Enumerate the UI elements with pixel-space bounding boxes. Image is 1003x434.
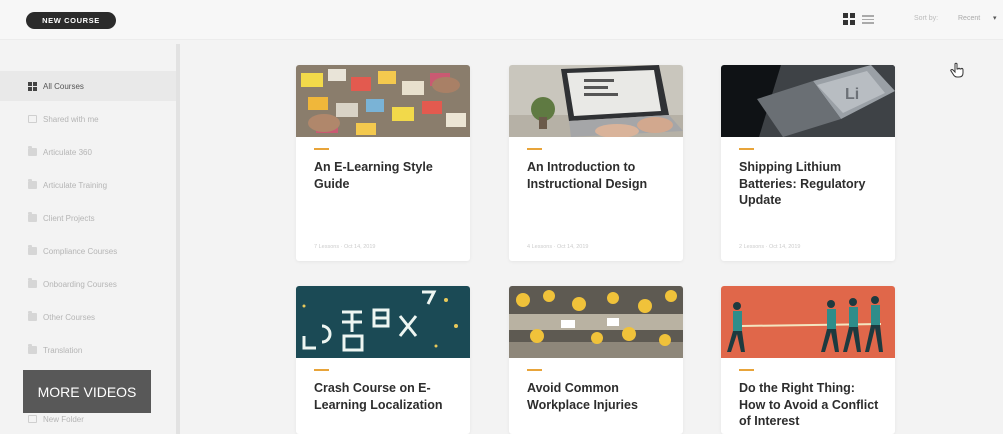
course-card[interactable]: Do the Right Thing: How to Avoid a Confl… xyxy=(721,286,895,434)
course-card[interactable]: Crash Course on E-Learning Localization xyxy=(296,286,470,434)
course-title: Do the Right Thing: How to Avoid a Confl… xyxy=(739,381,879,428)
sidebar-item-client-projects[interactable]: Client Projects xyxy=(0,203,176,233)
folder-icon xyxy=(28,212,37,222)
more-videos-button[interactable]: MORE VIDEOS xyxy=(23,370,151,413)
shared-icon xyxy=(28,115,37,123)
course-thumbnail xyxy=(509,286,683,358)
course-thumbnail xyxy=(296,286,470,358)
course-title: Shipping Lithium Batteries: Regulatory U… xyxy=(739,160,866,207)
sidebar-item-articulate-training[interactable]: Articulate Training xyxy=(0,170,176,200)
course-title: An Introduction to Instructional Design xyxy=(527,160,648,191)
course-title: An E-Learning Style Guide xyxy=(314,160,433,191)
sidebar-item-label: Client Projects xyxy=(43,213,95,223)
folder-icon xyxy=(28,146,37,156)
folder-icon xyxy=(28,344,37,354)
sidebar-item-label: Other Courses xyxy=(43,312,96,322)
course-title: Avoid Common Workplace Injuries xyxy=(527,381,638,412)
accent-bar xyxy=(314,148,329,150)
accent-bar xyxy=(527,369,542,371)
folder-icon xyxy=(28,245,37,255)
hand-cursor-icon xyxy=(950,62,964,78)
top-toolbar: NEW COURSE Sort by: Recent ▾ xyxy=(0,0,1003,40)
sidebar-item-label: Articulate Training xyxy=(43,180,108,190)
sort-label: Sort by: xyxy=(914,15,939,22)
course-meta: 2 Lessons · Oct 14, 2019 xyxy=(739,244,801,250)
new-course-button[interactable]: NEW COURSE xyxy=(26,12,116,29)
list-view-icon[interactable] xyxy=(862,13,874,25)
sidebar-item-articulate-360[interactable]: Articulate 360 xyxy=(0,137,176,167)
course-title: Crash Course on E-Learning Localization xyxy=(314,381,443,412)
sidebar-item-label: Shared with me xyxy=(43,114,99,124)
sidebar-item-shared[interactable]: Shared with me xyxy=(0,104,176,134)
course-thumbnail xyxy=(296,65,470,137)
sidebar-item-label: Compliance Courses xyxy=(43,246,118,256)
svg-text:Li: Li xyxy=(845,86,859,103)
accent-bar xyxy=(739,148,754,150)
sidebar-item-label: Translation xyxy=(43,345,83,355)
sidebar-item-label: All Courses xyxy=(43,81,84,91)
new-folder-icon xyxy=(28,415,37,423)
sidebar-item-compliance-courses[interactable]: Compliance Courses xyxy=(0,236,176,266)
sidebar-item-all-courses[interactable]: All Courses xyxy=(0,71,176,101)
accent-bar xyxy=(527,148,542,150)
grid-icon xyxy=(28,81,37,91)
folder-icon xyxy=(28,179,37,189)
course-card[interactable]: An E-Learning Style Guide 7 Lessons · Oc… xyxy=(296,65,470,261)
course-card[interactable]: An Introduction to Instructional Design … xyxy=(509,65,683,261)
folder-icon xyxy=(28,278,37,288)
sidebar-item-onboarding-courses[interactable]: Onboarding Courses xyxy=(0,269,176,299)
sidebar-item-translation[interactable]: Translation xyxy=(0,335,176,365)
course-card[interactable]: Avoid Common Workplace Injuries xyxy=(509,286,683,434)
chevron-down-icon[interactable]: ▾ xyxy=(993,14,997,22)
sidebar-item-label: Onboarding Courses xyxy=(43,279,117,289)
sidebar-item-label: New Folder xyxy=(43,414,84,424)
sort-select[interactable]: Recent xyxy=(958,15,980,22)
course-thumbnail: Li xyxy=(721,65,895,137)
sidebar-divider[interactable] xyxy=(176,44,180,434)
course-thumbnail xyxy=(509,65,683,137)
accent-bar xyxy=(739,369,754,371)
grid-view-icon[interactable] xyxy=(843,13,855,25)
course-card[interactable]: Li Shipping Lithium Batteries: Regulator… xyxy=(721,65,895,261)
course-thumbnail xyxy=(721,286,895,358)
sidebar-item-other-courses[interactable]: Other Courses xyxy=(0,302,176,332)
accent-bar xyxy=(314,369,329,371)
course-meta: 4 Lessons · Oct 14, 2019 xyxy=(527,244,589,250)
course-meta: 7 Lessons · Oct 14, 2019 xyxy=(314,244,376,250)
folder-icon xyxy=(28,311,37,321)
sidebar-item-label: Articulate 360 xyxy=(43,147,92,157)
